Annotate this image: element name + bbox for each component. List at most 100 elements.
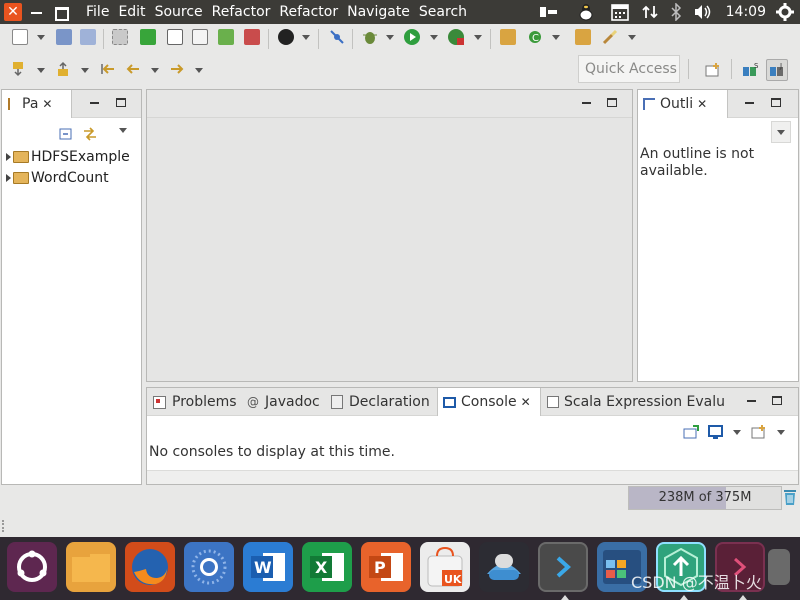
window-minimize-button[interactable] bbox=[28, 3, 46, 21]
menu-refactor[interactable]: Refactor bbox=[212, 0, 271, 24]
open-console-dropdown-arrow[interactable] bbox=[777, 430, 785, 435]
status-bar-grip[interactable] bbox=[2, 520, 5, 532]
new-dropdown-arrow[interactable] bbox=[37, 35, 45, 40]
network-icon[interactable] bbox=[641, 0, 659, 24]
minimize-view-icon[interactable] bbox=[745, 98, 755, 108]
window-maximize-button[interactable] bbox=[52, 3, 70, 21]
remmina-icon[interactable] bbox=[479, 542, 529, 592]
heap-status[interactable]: 238M of 375M bbox=[628, 486, 782, 510]
console-horizontal-scrollbar[interactable] bbox=[147, 470, 798, 484]
search-icon[interactable] bbox=[602, 29, 618, 45]
firefox-icon[interactable] bbox=[125, 542, 175, 592]
tab-declaration[interactable]: Declaration bbox=[331, 388, 430, 416]
run-icon[interactable] bbox=[404, 29, 420, 45]
back-icon[interactable] bbox=[125, 61, 141, 77]
maximize-view-icon[interactable] bbox=[772, 396, 782, 405]
search-dropdown-arrow[interactable] bbox=[628, 35, 636, 40]
close-icon[interactable]: ✕ bbox=[697, 97, 707, 111]
clock[interactable]: 14:09 bbox=[726, 0, 766, 24]
menu-source[interactable]: Source bbox=[155, 0, 203, 24]
minimize-editor-icon[interactable] bbox=[582, 98, 592, 108]
external-tools-icon[interactable] bbox=[244, 29, 260, 45]
open-type-icon[interactable] bbox=[575, 29, 591, 45]
ubuntu-software-icon[interactable]: UK bbox=[420, 542, 470, 592]
tab-scala-expression-evaluator[interactable]: Scala Expression Evalu bbox=[547, 388, 725, 416]
expand-icon[interactable] bbox=[6, 153, 11, 161]
volume-icon[interactable] bbox=[692, 0, 714, 24]
ubuntu-launcher-icon[interactable] bbox=[7, 542, 57, 592]
run-dropdown-arrow[interactable] bbox=[430, 35, 438, 40]
javadoc-icon[interactable] bbox=[167, 29, 183, 45]
tab-outline[interactable]: Outli ✕ bbox=[638, 90, 728, 118]
open-perspective-icon[interactable] bbox=[705, 62, 721, 78]
view-menu-arrow[interactable] bbox=[119, 128, 127, 133]
run-external-tool-icon[interactable] bbox=[448, 29, 464, 45]
keyboard-layout-icon[interactable] bbox=[539, 0, 559, 24]
display-console-dropdown-arrow[interactable] bbox=[733, 430, 741, 435]
bluetooth-icon[interactable] bbox=[669, 0, 683, 24]
close-icon[interactable]: ✕ bbox=[42, 97, 52, 111]
next-annotation-dropdown-arrow[interactable] bbox=[37, 68, 45, 73]
tab-console[interactable]: Console ✕ bbox=[437, 388, 541, 416]
maximize-view-icon[interactable] bbox=[116, 98, 126, 107]
forward-icon[interactable] bbox=[169, 61, 185, 77]
linux-icon[interactable] bbox=[577, 0, 595, 24]
minimize-view-icon[interactable] bbox=[90, 98, 100, 108]
menu-search[interactable]: Search bbox=[419, 0, 467, 24]
debug-user-icon[interactable] bbox=[278, 29, 294, 45]
show-whitespace-icon[interactable] bbox=[192, 29, 208, 45]
window-close-button[interactable]: ✕ bbox=[4, 3, 22, 21]
view-menu-button[interactable] bbox=[771, 121, 791, 143]
powerpoint-icon[interactable]: P bbox=[361, 542, 411, 592]
collapse-all-icon[interactable] bbox=[58, 126, 74, 142]
new-package-icon[interactable] bbox=[500, 29, 516, 45]
java-perspective-icon[interactable]: J bbox=[766, 59, 788, 81]
back-dropdown-arrow[interactable] bbox=[151, 68, 159, 73]
expand-icon[interactable] bbox=[6, 174, 11, 182]
new-class-dropdown-arrow[interactable] bbox=[552, 35, 560, 40]
scala-perspective-icon[interactable]: S bbox=[742, 62, 759, 78]
new-class-icon[interactable]: C bbox=[527, 29, 543, 45]
previous-annotation-icon[interactable] bbox=[55, 61, 71, 77]
trash-icon[interactable] bbox=[768, 549, 790, 585]
next-annotation-icon[interactable] bbox=[10, 61, 26, 77]
open-console-icon[interactable] bbox=[751, 424, 767, 440]
pin-console-icon[interactable] bbox=[683, 424, 699, 440]
tab-package-explorer[interactable]: Pa ✕ bbox=[2, 90, 72, 118]
run-external-dropdown-arrow[interactable] bbox=[474, 35, 482, 40]
tree-item-project[interactable]: HDFSExample bbox=[6, 147, 130, 167]
editor-area[interactable] bbox=[146, 89, 633, 382]
open-console-icon[interactable] bbox=[218, 29, 234, 45]
tab-problems[interactable]: Problems bbox=[151, 388, 237, 416]
maximize-view-icon[interactable] bbox=[771, 98, 781, 107]
calendar-icon[interactable] bbox=[610, 0, 630, 24]
debug-user-dropdown-arrow[interactable] bbox=[302, 35, 310, 40]
word-icon[interactable]: W bbox=[243, 542, 293, 592]
save-icon[interactable] bbox=[56, 29, 72, 45]
new-file-icon[interactable] bbox=[12, 29, 28, 45]
trash-icon[interactable] bbox=[783, 488, 797, 506]
debug-dropdown-arrow[interactable] bbox=[386, 35, 394, 40]
settings-gear-icon[interactable] bbox=[774, 0, 796, 24]
files-icon[interactable] bbox=[66, 542, 116, 592]
close-icon[interactable]: ✕ bbox=[521, 395, 531, 409]
menu-refactor-scala[interactable]: Refactor bbox=[279, 0, 338, 24]
skip-breakpoints-icon[interactable] bbox=[329, 29, 345, 45]
display-console-icon[interactable] bbox=[708, 424, 724, 440]
debug-bug-icon[interactable] bbox=[362, 29, 378, 45]
tab-javadoc[interactable]: @ Javadoc bbox=[247, 388, 320, 416]
menu-edit[interactable]: Edit bbox=[118, 0, 145, 24]
menu-navigate[interactable]: Navigate bbox=[347, 0, 410, 24]
tree-item-project[interactable]: WordCount bbox=[6, 168, 109, 188]
forward-dropdown-arrow[interactable] bbox=[195, 68, 203, 73]
save-all-icon[interactable] bbox=[80, 29, 96, 45]
scala-worksheet-icon[interactable] bbox=[140, 29, 156, 45]
minimize-view-icon[interactable] bbox=[747, 396, 757, 406]
last-edit-location-icon[interactable] bbox=[100, 61, 116, 77]
visual-studio-code-icon[interactable] bbox=[538, 542, 588, 592]
menu-file[interactable]: File bbox=[86, 0, 109, 24]
maximize-editor-icon[interactable] bbox=[607, 98, 617, 107]
previous-annotation-dropdown-arrow[interactable] bbox=[81, 68, 89, 73]
excel-icon[interactable]: X bbox=[302, 542, 352, 592]
link-with-editor-icon[interactable] bbox=[82, 126, 98, 142]
